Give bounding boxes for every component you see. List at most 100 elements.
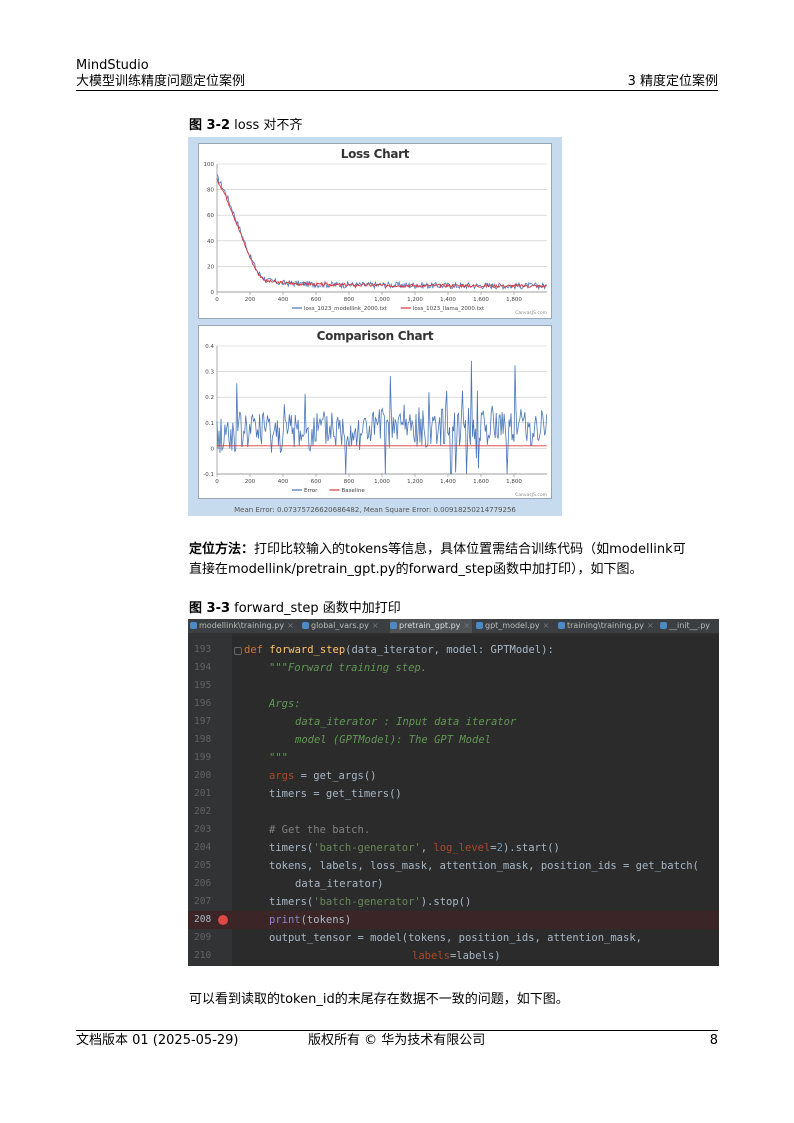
y-tick-label: 40: [207, 239, 214, 245]
x-tick-label: 1,000: [374, 479, 390, 485]
x-tick-label: 800: [344, 479, 355, 485]
y-tick-label: 20: [207, 264, 214, 270]
x-tick-label: 600: [311, 297, 322, 303]
code-line: 200 args = get_args(): [194, 770, 377, 782]
python-file-icon: [558, 622, 565, 629]
code-line: 209 output_tensor = model(tokens, positio…: [194, 932, 642, 944]
y-tick-label: -0.1: [203, 472, 214, 478]
legend-label: Error: [304, 488, 318, 494]
code-line: 198 model (GPTModel): The GPT Model: [194, 734, 491, 746]
code-line: 195: [194, 680, 212, 691]
legend-label: loss_1023_modellink_2000.txt: [304, 306, 388, 312]
python-file-icon: [302, 622, 309, 629]
y-tick-label: 80: [207, 188, 214, 194]
loss-chart-panel: Loss Chart 0 20 40 60 80 100 0 200 400 600 800 1,00…: [198, 143, 552, 319]
code-line: 202: [194, 806, 212, 817]
code-line: 197 data_iterator : Input data iterator: [194, 716, 517, 728]
code-line: 205 tokens, labels, loss_mask, attention_…: [194, 860, 699, 872]
header-section: 3 精度定位案例: [627, 74, 718, 89]
tab-pretrain-gpt[interactable]: pretrain_gpt.py ×: [390, 619, 472, 633]
figure1-caption: 图 3-2 loss 对不齐: [189, 114, 302, 133]
footer-version: 文档版本 01 (2025-05-29): [76, 1033, 239, 1048]
method-label: 定位方法：: [189, 542, 255, 557]
watermark: CanvasJS.com: [515, 492, 547, 498]
tab-global-vars[interactable]: global_vars.py ×: [302, 619, 388, 633]
series-line-0: [216, 174, 547, 291]
x-tick-label: 1,200: [407, 479, 423, 485]
legend-label: loss_1023_llama_2000.txt: [413, 306, 485, 312]
code-line: 194 """Forward training step.: [194, 662, 428, 674]
y-tick-label: 0.3: [205, 370, 214, 376]
y-tick-label: 0: [211, 446, 215, 452]
loss-figure: Loss Chart 0 20 40 60 80 100 0 200 400 600 800 1,00…: [188, 137, 562, 516]
x-tick-label: 400: [278, 297, 289, 303]
tab-gpt-model[interactable]: gpt_model.py ×: [476, 619, 554, 633]
x-tick-label: 200: [245, 297, 256, 303]
x-tick-label: 600: [311, 479, 322, 485]
code-line: 206 data_iterator): [194, 878, 384, 890]
y-tick-label: 0: [211, 290, 215, 296]
footer-page: 8: [709, 1033, 718, 1048]
x-tick-label: 1,800: [506, 479, 522, 485]
header-product: MindStudio: [76, 58, 149, 73]
python-file-icon: [476, 622, 483, 629]
x-tick-label: 1,600: [473, 297, 489, 303]
x-tick-label: 0: [215, 297, 219, 303]
x-tick-label: 200: [245, 479, 256, 485]
x-tick-label: 1,400: [440, 479, 456, 485]
figure2-caption: 图 3-3 forward_step 函数中加打印: [189, 597, 401, 616]
loss-chart: 0 20 40 60 80 100 0 200 400 600 800 1,000 1,200 1,400…: [204, 162, 547, 316]
code-line: 207 timers('batch-generator').stop(): [194, 896, 472, 908]
x-tick-label: 1,400: [440, 297, 456, 303]
fold-icon[interactable]: [234, 647, 242, 655]
y-tick-label: 0.4: [205, 344, 214, 350]
x-tick-label: 1,800: [506, 297, 522, 303]
x-tick-label: 1,200: [407, 297, 423, 303]
figure1-title: loss 对不齐: [234, 118, 303, 133]
footer-rule: [76, 1030, 718, 1031]
x-tick-label: 1,600: [473, 479, 489, 485]
figure2-title: forward_step 函数中加打印: [234, 601, 401, 616]
python-file-icon: [190, 622, 197, 629]
code-line: 196 Args:: [194, 698, 301, 710]
y-tick-label: 0.2: [205, 395, 214, 401]
x-tick-label: 400: [278, 479, 289, 485]
code-editor: modellink\training.py × global_vars.py × p…: [188, 619, 719, 966]
comparison-footer: Mean Error: 0.07375726620686482, Mean Sq…: [234, 506, 516, 514]
code-line: 199 """: [194, 752, 288, 764]
legend-label: Baseline: [342, 488, 366, 494]
close-icon[interactable]: ×: [647, 621, 654, 630]
paragraph-observation: 可以看到读取的token_id的末尾存在数据不一致的问题，如下图。: [189, 992, 569, 1007]
comparison-chart: -0.100.10.20.30.40 200 400 600 800 1,000 1,200…: [203, 344, 548, 498]
tab-training-training[interactable]: training\training.py ×: [558, 619, 656, 633]
figure1-number: 图 3-2: [189, 118, 231, 133]
code-line: 210 labels=labels): [194, 950, 501, 962]
x-tick-label: 800: [344, 297, 355, 303]
series-line-0: [216, 360, 548, 475]
y-tick-label: 100: [204, 162, 215, 168]
figure2-number: 图 3-3: [189, 601, 231, 616]
close-icon[interactable]: ×: [543, 621, 550, 630]
header-doc-title: 大模型训练精度问题定位案例: [76, 74, 246, 89]
code-line: 204 timers('batch-generator', log_level=2…: [194, 842, 560, 854]
y-tick-label: 0.1: [205, 421, 214, 427]
close-icon[interactable]: ×: [287, 621, 294, 630]
code-line: 203 # Get the batch.: [194, 824, 371, 836]
comparison-chart-panel: Comparison Chart -0.1 0 0.1 0.2 0.3 0.4 0 200 40…: [198, 325, 552, 499]
editor-tabs: modellink\training.py × global_vars.py × p…: [188, 619, 719, 634]
close-icon[interactable]: ×: [372, 621, 379, 630]
tab-modellink-training[interactable]: modellink\training.py ×: [190, 619, 298, 633]
tab-init[interactable]: __init__.py: [660, 619, 718, 633]
breakpoint-icon[interactable]: [218, 915, 228, 925]
code-line: 201 timers = get_timers(): [194, 788, 402, 800]
footer-copyright: 版权所有 © 华为技术有限公司: [308, 1033, 486, 1048]
y-tick-label: 60: [207, 213, 214, 219]
watermark: CanvasJS.com: [515, 310, 547, 316]
series-line-1: [216, 177, 547, 289]
paragraph-method: 定位方法：打印比较输入的tokens等信息，具体位置需结合训练代码（如model…: [189, 540, 719, 580]
python-file-icon: [660, 622, 667, 629]
method-line2: 直接在modellink/pretrain_gpt.py的forward_ste…: [189, 562, 643, 577]
method-line1: 打印比较输入的tokens等信息，具体位置需结合训练代码（如modellink可: [254, 542, 686, 557]
close-icon[interactable]: ×: [463, 621, 470, 630]
code-line-breakpoint: 208 print(tokens): [188, 911, 719, 929]
